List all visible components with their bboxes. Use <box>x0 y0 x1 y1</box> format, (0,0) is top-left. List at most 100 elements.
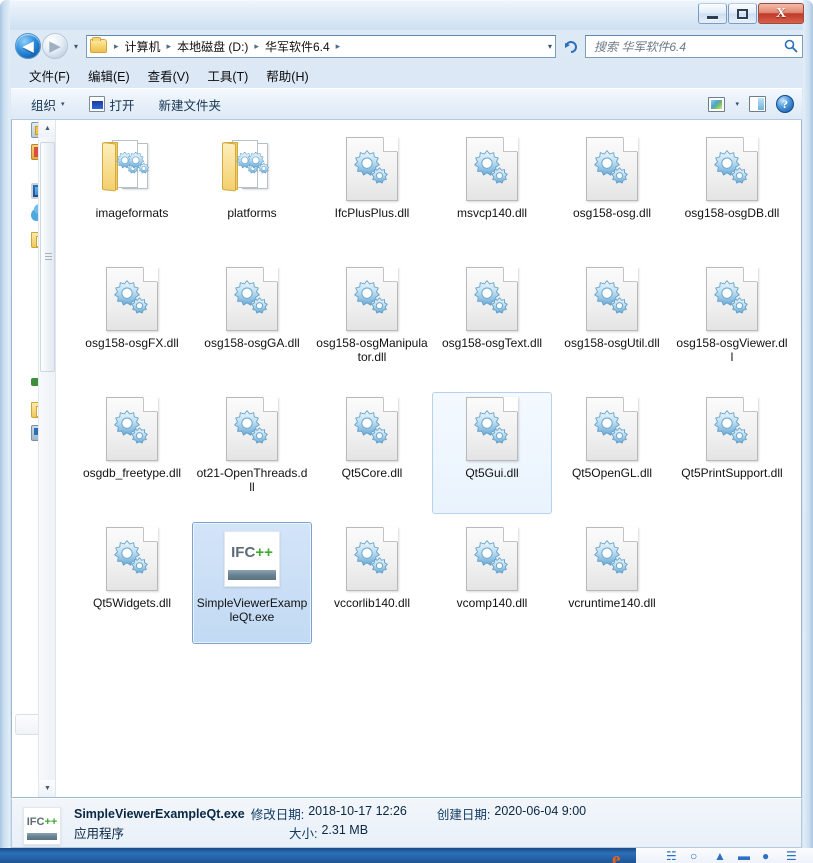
gears-icon <box>354 150 388 184</box>
menu-view[interactable]: 查看(V) <box>148 66 190 85</box>
file-item[interactable]: Qt5OpenGL.dll <box>552 392 672 514</box>
window-controls: X <box>698 3 804 24</box>
new-folder-button[interactable]: 新建文件夹 <box>159 95 222 114</box>
taskbar-icon[interactable]: ☵ <box>666 850 677 862</box>
search-input[interactable]: 搜索 华军软件6.4 <box>585 34 803 58</box>
title-bar[interactable]: X <box>0 0 813 30</box>
file-item[interactable]: osgdb_freetype.dll <box>72 392 192 514</box>
file-item[interactable]: osg158-osgViewer.dll <box>672 262 792 384</box>
file-item[interactable]: vcomp140.dll <box>432 522 552 644</box>
ifc-label: IFC <box>231 544 256 561</box>
menu-help[interactable]: 帮助(H) <box>266 66 308 85</box>
file-item[interactable]: ot21-OpenThreads.dll <box>192 392 312 514</box>
recent-pages-button[interactable]: ▾ <box>69 42 83 51</box>
file-item[interactable]: IfcPlusPlus.dll <box>312 132 432 254</box>
file-item[interactable]: osg158-osgText.dll <box>432 262 552 384</box>
scroll-down-button[interactable]: ▼ <box>39 780 55 797</box>
breadcrumb-computer[interactable]: 计算机 <box>124 38 162 55</box>
folder-item[interactable]: platforms <box>192 132 312 254</box>
taskbar-inner: e ☵ ○ ▲ ▬ ● ☰ <box>0 848 813 863</box>
dll-file-icon <box>700 397 764 461</box>
dll-file-icon <box>460 267 524 331</box>
refresh-button[interactable] <box>559 35 581 58</box>
chevron-down-icon[interactable]: ▾ <box>548 42 552 51</box>
command-bar: 组织 ▾ 打开 新建文件夹 ▾ ? <box>11 88 802 120</box>
menu-tools[interactable]: 工具(T) <box>207 66 248 85</box>
breadcrumb-separator[interactable]: ▸ <box>109 41 124 52</box>
menu-edit[interactable]: 编辑(E) <box>88 66 130 85</box>
window-frame-left <box>0 0 10 848</box>
back-button[interactable]: ◀ <box>15 33 41 59</box>
file-item[interactable]: vcruntime140.dll <box>552 522 672 644</box>
dll-file-icon <box>580 397 644 461</box>
organize-label: 组织 <box>31 98 57 113</box>
created-label: 创建日期: <box>436 808 491 822</box>
file-item[interactable]: msvcp140.dll <box>432 132 552 254</box>
details-file-icon: IFC++ <box>22 803 62 845</box>
file-name-label: Qt5OpenGL.dll <box>571 466 653 480</box>
taskbar-icon[interactable]: ○ <box>690 850 697 862</box>
file-item[interactable]: Qt5Widgets.dll <box>72 522 192 644</box>
help-icon[interactable]: ? <box>776 95 794 113</box>
maximize-button[interactable] <box>728 3 757 24</box>
organize-button[interactable]: 组织 ▾ <box>31 95 65 114</box>
taskbar-icon[interactable]: ▲ <box>714 850 726 862</box>
breadcrumb-drive-d[interactable]: 本地磁盘 (D:) <box>176 38 249 55</box>
breadcrumb-current-folder[interactable]: 华军软件6.4 <box>264 38 331 55</box>
dll-file-icon <box>220 397 284 461</box>
file-item[interactable]: osg158-osgManipulator.dll <box>312 262 432 384</box>
menu-file[interactable]: 文件(F) <box>29 66 70 85</box>
file-name-label: IfcPlusPlus.dll <box>334 206 410 220</box>
file-name-label: ot21-OpenThreads.dll <box>196 466 308 494</box>
file-item[interactable]: vccorlib140.dll <box>312 522 432 644</box>
file-item[interactable]: IFC++ SimpleViewerExampleQt.exe <box>192 522 312 644</box>
file-list-pane[interactable]: imageformats platforms IfcPlusPlus.dll msvc… <box>56 120 801 797</box>
file-item[interactable]: Qt5Core.dll <box>312 392 432 514</box>
gears-icon <box>114 540 148 574</box>
chevron-down-icon[interactable]: ▾ <box>735 100 739 108</box>
navigation-pane[interactable]: ▲ ▼ <box>12 120 56 797</box>
scroll-up-button[interactable]: ▲ <box>39 120 55 137</box>
breadcrumb-separator[interactable]: ▸ <box>249 41 264 52</box>
file-name-label: osg158-osgDB.dll <box>684 206 780 220</box>
taskbar-icon[interactable]: ▬ <box>738 850 750 862</box>
dll-file-icon <box>460 397 524 461</box>
taskbar[interactable]: e ☵ ○ ▲ ▬ ● ☰ <box>0 848 813 863</box>
dll-file-icon <box>700 137 764 201</box>
file-item[interactable]: osg158-osg.dll <box>552 132 672 254</box>
taskbar-icon[interactable]: ● <box>762 850 769 862</box>
dll-file-icon <box>340 267 404 331</box>
navigation-scrollbar[interactable]: ▲ ▼ <box>38 120 55 797</box>
file-item[interactable]: osg158-osgDB.dll <box>672 132 792 254</box>
dll-file-icon <box>100 267 164 331</box>
explorer-window: X ◀ ▶ ▾ ▸ 计算机 ▸ 本地磁盘 (D:) ▸ 华军软件6.4 ▸ ▾ <box>0 0 813 848</box>
file-item[interactable]: osg158-osgFX.dll <box>72 262 192 384</box>
change-view-icon[interactable] <box>708 96 726 112</box>
gears-icon <box>594 280 628 314</box>
scrollbar-thumb[interactable] <box>40 142 55 372</box>
refresh-icon <box>564 40 577 53</box>
dll-file-icon <box>100 527 164 591</box>
browser-icon[interactable]: e <box>612 850 632 863</box>
folder-front <box>102 142 116 192</box>
file-item[interactable]: Qt5Gui.dll <box>432 392 552 514</box>
gears-icon <box>594 410 628 444</box>
file-item[interactable]: osg158-osgGA.dll <box>192 262 312 384</box>
taskbar-icon[interactable]: ☰ <box>786 850 797 862</box>
address-bar[interactable]: ▸ 计算机 ▸ 本地磁盘 (D:) ▸ 华军软件6.4 ▸ ▾ <box>86 34 556 58</box>
folder-item[interactable]: imageformats <box>72 132 192 254</box>
file-item[interactable]: Qt5PrintSupport.dll <box>672 392 792 514</box>
breadcrumb-separator[interactable]: ▸ <box>331 41 346 52</box>
gears-icon <box>594 150 628 184</box>
file-item[interactable]: osg158-osgUtil.dll <box>552 262 672 384</box>
open-button[interactable]: 打开 <box>88 95 135 114</box>
exe-icon-box: IFC++ <box>224 531 280 587</box>
file-name-label: Qt5Gui.dll <box>465 466 519 480</box>
close-button[interactable]: X <box>758 3 804 24</box>
dll-file-icon <box>580 137 644 201</box>
breadcrumb-separator[interactable]: ▸ <box>162 41 177 52</box>
details-pane: IFC++ SimpleViewerExampleQt.exe 修改日期: 20… <box>11 798 802 848</box>
preview-pane-icon[interactable] <box>749 96 766 112</box>
minimize-button[interactable] <box>698 3 727 24</box>
forward-button[interactable]: ▶ <box>42 33 68 59</box>
